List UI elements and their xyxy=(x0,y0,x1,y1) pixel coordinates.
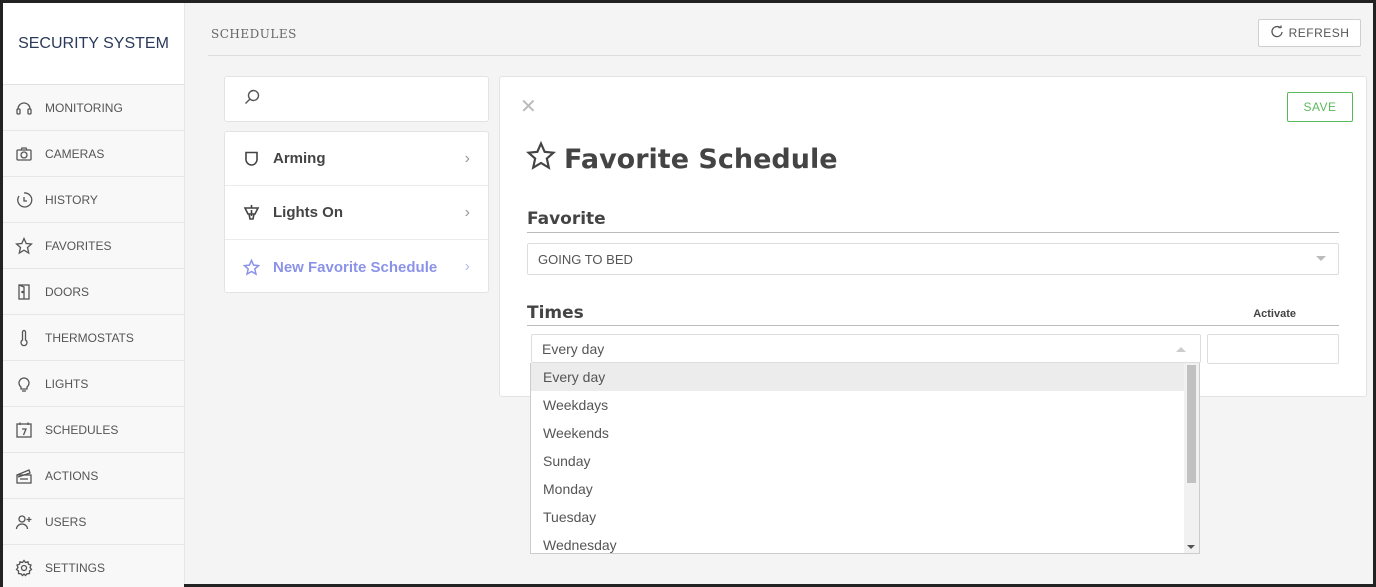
sidebar-item-actions[interactable]: ACTIONS xyxy=(3,453,184,499)
lamp-icon xyxy=(243,204,263,221)
door-icon xyxy=(13,282,35,302)
headset-icon xyxy=(13,98,35,118)
page-title: SCHEDULES xyxy=(211,27,297,41)
sidebar-item-doors[interactable]: DOORS xyxy=(3,269,184,315)
sidebar-item-label: FAVORITES xyxy=(45,238,112,253)
dropdown-option[interactable]: Weekdays xyxy=(531,391,1199,419)
history-icon xyxy=(13,190,35,210)
sidebar-item-label: LIGHTS xyxy=(45,376,89,391)
chevron-right-icon: › xyxy=(464,258,470,275)
sidebar-item-cameras[interactable]: CAMERAS xyxy=(3,131,184,177)
sidebar-item-favorites[interactable]: FAVORITES xyxy=(3,223,184,269)
dropdown-scrollbar[interactable] xyxy=(1184,363,1199,553)
dropdown-option[interactable]: Monday xyxy=(531,475,1199,503)
chevron-right-icon: › xyxy=(464,149,470,167)
sidebar-item-schedules[interactable]: SCHEDULES xyxy=(3,407,184,453)
favorite-section-divider xyxy=(527,232,1339,233)
save-button[interactable]: SAVE xyxy=(1287,92,1353,122)
schedule-list: Arming › Lights On › New Favorite Schedu… xyxy=(224,131,489,293)
chevron-up-icon xyxy=(1176,347,1186,352)
sidebar-item-settings[interactable]: SETTINGS xyxy=(3,545,184,587)
gear-icon xyxy=(13,558,35,578)
favorite-select-value: GOING TO BED xyxy=(538,251,633,267)
star-icon xyxy=(13,236,35,256)
favorite-select[interactable]: GOING TO BED xyxy=(527,243,1339,275)
sidebar-item-label: SCHEDULES xyxy=(45,422,119,437)
scroll-down-icon[interactable] xyxy=(1187,545,1195,549)
times-select[interactable]: Every day xyxy=(531,334,1201,363)
star-icon xyxy=(525,140,564,178)
sidebar-item-label: ACTIONS xyxy=(45,468,99,483)
dropdown-option[interactable]: Tuesday xyxy=(531,503,1199,531)
search-icon xyxy=(243,88,261,111)
thermometer-icon xyxy=(13,328,35,348)
dropdown-option[interactable]: Wednesday xyxy=(531,531,1199,553)
list-item-new-favorite-schedule[interactable]: New Favorite Schedule › xyxy=(225,240,488,294)
refresh-icon xyxy=(1270,25,1289,42)
list-item-label: New Favorite Schedule xyxy=(273,258,438,276)
camera-icon xyxy=(13,144,35,164)
chevron-right-icon: › xyxy=(464,203,470,221)
sidebar-item-label: DOORS xyxy=(45,284,90,299)
activate-label: Activate xyxy=(1253,308,1296,320)
header-divider xyxy=(208,55,1361,56)
sidebar: SECURITY SYSTEM MONITORING CAMERAS HISTO… xyxy=(3,3,185,587)
times-select-value: Every day xyxy=(542,340,605,357)
panel-title-text: Favorite Schedule xyxy=(564,144,838,175)
scrollbar-thumb[interactable] xyxy=(1187,365,1196,483)
sidebar-item-label: USERS xyxy=(45,514,87,529)
brand-title: SECURITY SYSTEM xyxy=(3,3,184,85)
sidebar-item-label: SETTINGS xyxy=(45,560,106,575)
dropdown-option[interactable]: Every day xyxy=(531,363,1199,391)
favorite-section-label: Favorite xyxy=(527,209,606,229)
dropdown-option[interactable]: Weekends xyxy=(531,419,1199,447)
shield-icon xyxy=(243,150,263,167)
activate-input[interactable] xyxy=(1207,334,1339,364)
bulb-icon xyxy=(13,374,35,394)
clapper-icon xyxy=(13,466,35,486)
list-item-arming[interactable]: Arming › xyxy=(225,132,488,186)
refresh-button[interactable]: REFRESH xyxy=(1258,19,1361,47)
list-item-label: Lights On xyxy=(273,204,343,221)
sidebar-item-lights[interactable]: LIGHTS xyxy=(3,361,184,407)
chevron-down-icon xyxy=(1316,256,1326,261)
sidebar-item-users[interactable]: USERS xyxy=(3,499,184,545)
sidebar-item-history[interactable]: HISTORY xyxy=(3,177,184,223)
dropdown-option[interactable]: Sunday xyxy=(531,447,1199,475)
close-icon[interactable]: ✕ xyxy=(520,97,537,117)
list-item-lights-on[interactable]: Lights On › xyxy=(225,186,488,240)
users-icon xyxy=(13,512,35,532)
refresh-label: REFRESH xyxy=(1288,26,1350,40)
sidebar-item-monitoring[interactable]: MONITORING xyxy=(3,85,184,131)
panel-title: Favorite Schedule xyxy=(525,140,838,178)
star-icon xyxy=(243,258,263,276)
times-section-label: Times xyxy=(527,303,584,323)
times-dropdown: Every day Weekdays Weekends Sunday Monda… xyxy=(530,363,1200,554)
sidebar-item-label: MONITORING xyxy=(45,100,123,115)
sidebar-item-thermostats[interactable]: THERMOSTATS xyxy=(3,315,184,361)
sidebar-item-label: CAMERAS xyxy=(45,146,105,161)
calendar-icon xyxy=(13,420,35,440)
sidebar-item-label: THERMOSTATS xyxy=(45,330,134,345)
times-section-divider xyxy=(527,325,1339,326)
detail-panel: ✕ SAVE Favorite Schedule Favorite GOING … xyxy=(499,76,1367,397)
sidebar-item-label: HISTORY xyxy=(45,192,98,207)
list-item-label: Arming xyxy=(273,150,326,167)
search-input[interactable] xyxy=(224,76,489,122)
